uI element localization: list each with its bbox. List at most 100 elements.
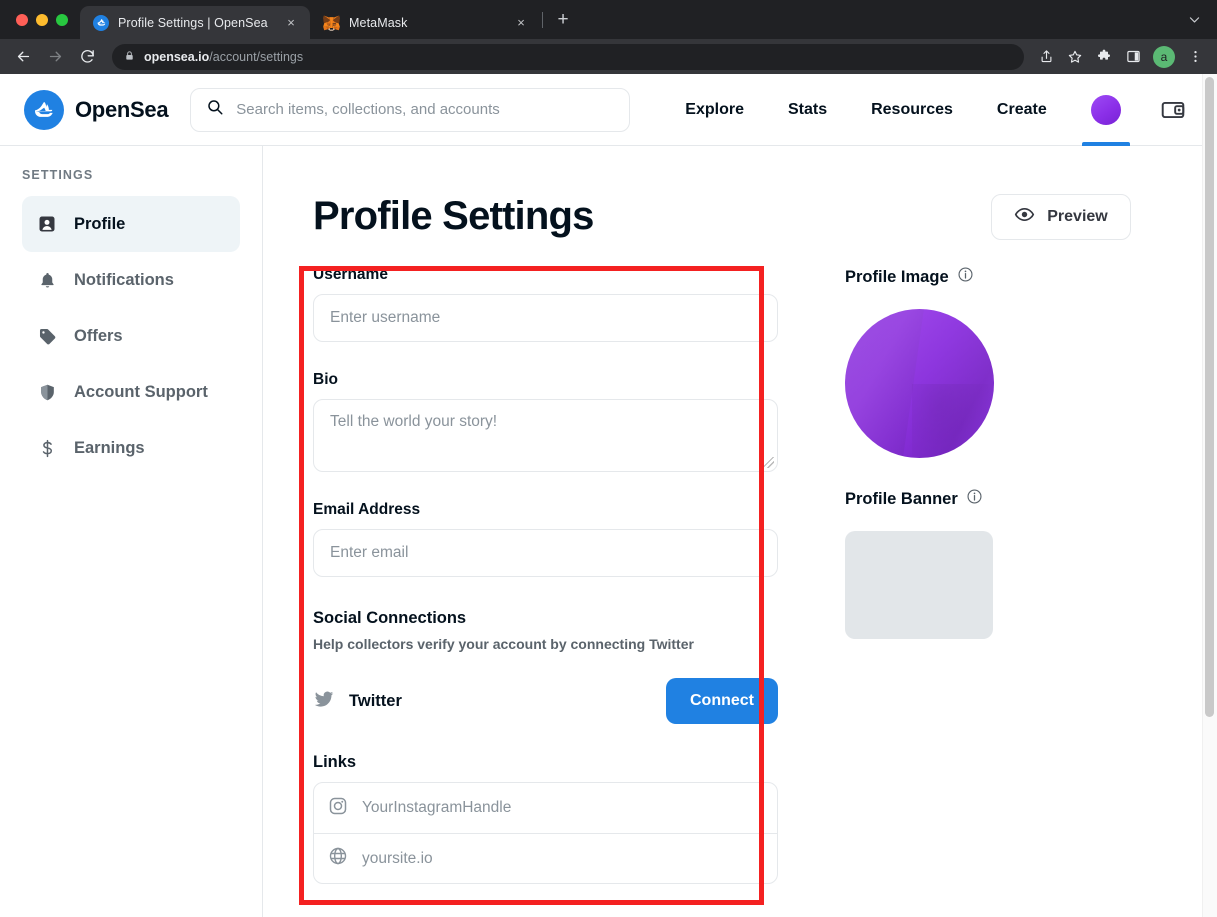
sidebar-title: SETTINGS [22,168,94,182]
scrollbar-thumb[interactable] [1205,77,1214,717]
instagram-icon [328,796,348,821]
three-dot-menu-icon[interactable] [1181,43,1209,71]
nav-item-resources[interactable]: Resources [849,74,975,146]
search-icon [206,98,224,121]
sidebar-item-earnings[interactable]: Earnings [22,420,240,476]
resize-handle[interactable] [763,457,774,468]
info-circle-icon[interactable] [957,266,974,288]
bell-icon [36,269,58,291]
window-traffic-lights [12,0,80,39]
extensions-puzzle-icon[interactable] [1090,43,1118,71]
close-window-button[interactable] [16,13,28,26]
tag-icon [36,325,58,347]
preview-button[interactable]: Preview [991,194,1131,240]
profile-banner-upload[interactable] [845,531,993,639]
social-connections-section: Social Connections Help collectors verif… [313,609,778,724]
preview-label: Preview [1047,208,1108,225]
browser-tab-opensea[interactable]: Profile Settings | OpenSea × [80,6,310,39]
opensea-brand[interactable]: OpenSea [24,89,169,130]
toolbar-icons: a [1032,43,1209,71]
profile-banner-label-row: Profile Banner [845,488,994,510]
username-label: Username [313,266,388,283]
twitter-label: Twitter [349,691,402,710]
social-connections-subtitle: Help collectors verify your account by c… [313,636,694,652]
sidebar-item-label: Notifications [74,270,174,289]
sidebar-item-account-support[interactable]: Account Support [22,364,240,420]
bio-field-group: Bio Tell the world your story! [313,371,778,472]
links-section: Links YourInstagramHandle yoursite.io [313,753,778,884]
lock-icon [124,48,135,66]
url-path: /account/settings [209,49,304,64]
connect-button[interactable]: Connect [666,678,778,724]
info-circle-icon[interactable] [966,488,983,510]
sidebar-item-profile[interactable]: Profile [22,196,240,252]
twitter-bird-icon [313,688,335,715]
settings-sidebar: SETTINGS Profile Notifications Offers Ac… [0,146,263,917]
bio-label: Bio [313,371,338,388]
bookmark-star-icon[interactable] [1061,43,1089,71]
username-placeholder: Enter username [330,309,441,326]
eye-icon [1014,204,1035,230]
page-body: SETTINGS Profile Notifications Offers Ac… [0,146,1217,917]
profile-image-label-row: Profile Image [845,266,994,288]
instagram-link-input[interactable]: YourInstagramHandle [314,783,777,833]
user-badge-icon [36,213,58,235]
sidebar-item-label: Offers [74,326,123,345]
chevron-down-icon[interactable] [1179,5,1209,35]
email-placeholder: Enter email [330,544,409,561]
links-group: YourInstagramHandle yoursite.io [313,782,778,884]
twitter-connection-row: Twitter Connect [313,678,778,724]
email-input[interactable]: Enter email [313,529,778,577]
search-input[interactable]: Search items, collections, and accounts [190,87,631,132]
profile-image-label: Profile Image [845,267,949,286]
bio-textarea[interactable]: Tell the world your story! [313,399,778,472]
profile-banner-label: Profile Banner [845,489,958,508]
active-nav-indicator [1081,141,1130,146]
username-input[interactable]: Enter username [313,294,778,342]
settings-content: Profile Settings Preview Username Enter … [263,146,1217,917]
forward-arrow-icon[interactable] [40,42,70,72]
nav-item-explore[interactable]: Explore [663,74,766,146]
back-arrow-icon[interactable] [8,42,38,72]
minimize-window-button[interactable] [36,13,48,26]
profile-form: Username Enter username Bio Tell the wor… [299,266,778,905]
brand-name: OpenSea [75,96,169,122]
wallet-icon[interactable] [1143,74,1203,146]
url-text: opensea.io/account/settings [144,50,303,64]
website-placeholder: yoursite.io [362,849,433,867]
profile-image-upload[interactable] [845,309,994,458]
browser-tab-metamask[interactable]: MetaMask × [310,6,540,39]
nav-item-stats[interactable]: Stats [766,74,849,146]
reload-icon[interactable] [72,42,102,72]
close-icon[interactable]: × [512,14,530,32]
opensea-logo-icon [24,89,64,130]
website-link-input[interactable]: yoursite.io [314,833,777,883]
new-tab-button[interactable]: + [549,6,577,34]
side-panel-icon[interactable] [1119,43,1147,71]
metamask-fox-icon [323,15,340,31]
tab-title: MetaMask [349,15,408,30]
nav-item-create[interactable]: Create [975,74,1069,146]
site-nav-right [1069,74,1203,146]
maximize-window-button[interactable] [56,13,68,26]
sidebar-item-label: Account Support [74,382,208,401]
browser-toolbar: opensea.io/account/settings a [0,39,1217,74]
shield-icon [36,381,58,403]
twitter-identity: Twitter [313,688,402,715]
account-menu-button[interactable] [1069,74,1143,146]
share-icon[interactable] [1032,43,1060,71]
search-placeholder: Search items, collections, and accounts [236,101,500,118]
close-icon[interactable]: × [282,14,300,32]
tab-strip: Profile Settings | OpenSea × MetaMask × … [0,0,1217,39]
instagram-placeholder: YourInstagramHandle [362,799,512,816]
address-bar[interactable]: opensea.io/account/settings [112,43,1024,70]
page-viewport: OpenSea Search items, collections, and a… [0,74,1217,917]
sidebar-item-offers[interactable]: Offers [22,308,240,364]
tab-separator [542,11,543,28]
sidebar-item-label: Earnings [74,438,145,457]
page-scrollbar[interactable] [1202,74,1217,917]
chrome-profile-avatar[interactable]: a [1153,45,1175,68]
sidebar-item-notifications[interactable]: Notifications [22,252,240,308]
email-label: Email Address [313,501,421,518]
site-header: OpenSea Search items, collections, and a… [0,74,1217,146]
